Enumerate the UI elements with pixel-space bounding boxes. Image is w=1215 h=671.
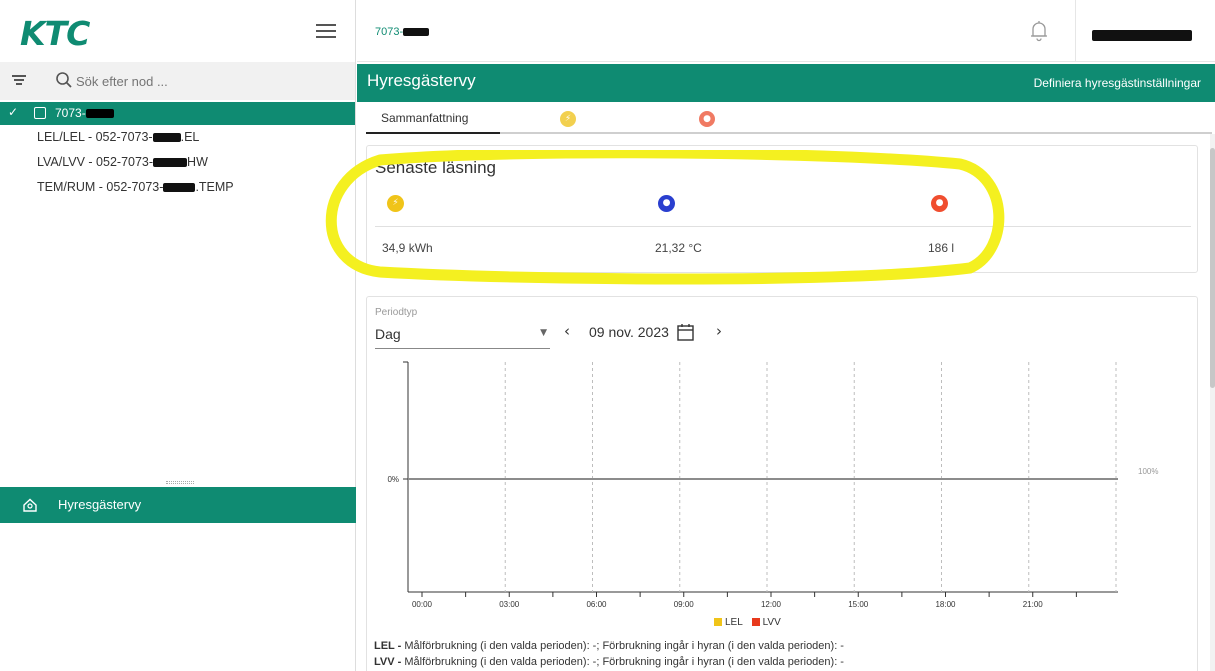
redacted-username xyxy=(1092,30,1192,41)
menu-icon[interactable] xyxy=(316,24,336,38)
user-menu[interactable]: ⌄ xyxy=(1092,25,1192,44)
logo-row: KTC xyxy=(0,0,355,62)
divider xyxy=(375,226,1191,227)
search-input[interactable] xyxy=(76,68,346,94)
tree-node-el[interactable]: LEL/LEL - 052-7073- .EL xyxy=(0,125,355,150)
tree-node-temp[interactable]: TEM/RUM - 052-7073- .TEMP xyxy=(0,175,355,200)
electricity-value: 34,9 kWh xyxy=(382,241,433,255)
divider xyxy=(1075,0,1076,62)
period-type-label: Periodtyp xyxy=(375,307,418,318)
redacted-text xyxy=(403,28,430,37)
dropdown-arrow-icon: ▼ xyxy=(540,328,547,338)
search-row xyxy=(0,62,355,100)
search-icon xyxy=(56,72,72,88)
date-value: 09 nov. 2023 xyxy=(589,324,669,340)
water-value: 186 l xyxy=(928,241,955,255)
tree-node-hw[interactable]: LVA/LVV - 052-7073- HW xyxy=(0,150,355,175)
bell-icon[interactable] xyxy=(1029,20,1049,42)
next-date-button[interactable]: › xyxy=(716,322,722,340)
chart-legend: LEL LVV xyxy=(714,617,787,628)
previous-date-button[interactable]: ‹ xyxy=(564,322,570,340)
redacted-text xyxy=(85,109,114,119)
breadcrumb[interactable]: 7073- xyxy=(375,26,430,38)
tab-summary[interactable]: Sammanfattning xyxy=(366,104,500,134)
tree-root-label: 7073- xyxy=(55,106,114,120)
redacted-text xyxy=(152,133,181,143)
tab-bar: Sammanfattning ⚡ ● xyxy=(366,104,1212,134)
footnote-lvv: LVV - Målförbrukning (i den valda period… xyxy=(374,656,844,668)
consumption-chart-card: Periodtyp Dag ▼ ‹ 09 nov. 2023 › xyxy=(366,296,1198,671)
redacted-text xyxy=(153,158,188,168)
sidebar: KTC ✓ 7073- LEL/LEL - 052-7073-.EL LVA/L… xyxy=(0,0,356,671)
ktc-logo: KTC xyxy=(20,14,90,53)
legend-swatch xyxy=(714,618,722,626)
house-icon xyxy=(23,498,37,512)
period-type-select[interactable]: Dag ▼ xyxy=(375,323,550,349)
scrollbar[interactable] xyxy=(1210,134,1215,671)
legend-swatch xyxy=(751,618,760,626)
temperature-value: 21,32 °C xyxy=(655,241,702,255)
latest-reading-card: Senaste läsning ⚡ ● ● 34,9 kWh 21,32 °C … xyxy=(366,145,1198,273)
lightning-icon[interactable]: ⚡ xyxy=(560,111,576,127)
page-title: Hyresgästervy xyxy=(367,71,476,90)
thermometer-icon: ● xyxy=(658,195,675,212)
drop-icon[interactable]: ● xyxy=(699,111,715,127)
nav-item-label: Hyresgästervy xyxy=(58,497,142,512)
card-title: Senaste läsning xyxy=(375,158,496,177)
legend-item-lel[interactable]: LEL xyxy=(714,617,743,628)
period-type-value: Dag xyxy=(375,326,401,342)
top-bar: 7073- ⌄ xyxy=(357,0,1215,62)
node-icon xyxy=(34,107,46,119)
tree-root-node[interactable]: ✓ 7073- xyxy=(0,102,355,125)
calendar-icon[interactable] xyxy=(677,323,694,341)
nav-item-hyresgastervy[interactable]: Hyresgästervy xyxy=(0,487,356,523)
page-header: Hyresgästervy Definiera hyresgästinställ… xyxy=(357,64,1215,102)
legend-item-lvv[interactable]: LVV xyxy=(751,617,781,628)
redacted-text xyxy=(163,183,196,193)
drop-icon: ● xyxy=(931,195,948,212)
chevron-down-icon[interactable]: ✓ xyxy=(8,105,18,119)
filter-icon[interactable] xyxy=(12,75,26,87)
lightning-icon: ⚡ xyxy=(387,195,404,212)
footnote-lel: LEL - Målförbrukning (i den valda period… xyxy=(374,640,844,652)
define-tenant-settings-link[interactable]: Definiera hyresgästinställningar xyxy=(1034,76,1201,90)
splitter-handle[interactable] xyxy=(166,481,194,484)
